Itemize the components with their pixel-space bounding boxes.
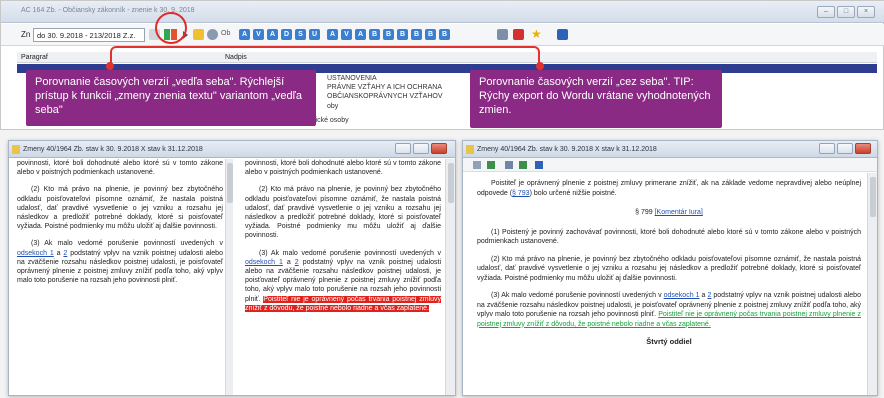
link-odsekoch-1-new[interactable]: odsekoch 1 [245, 259, 283, 266]
toolbar-btn-u[interactable]: U [309, 29, 320, 40]
right-close-button[interactable] [855, 143, 871, 154]
document-icon [12, 145, 20, 154]
overlay-para-2: (2) Kto má právo na plnenie, je povinný … [477, 255, 861, 282]
close-button[interactable]: × [857, 6, 875, 18]
old-version-column: povinnosti, ktoré boli dohodnuté alebo k… [17, 159, 223, 293]
inserted-text-highlight: Poistiteľ nie je oprávnený počas trvania… [245, 295, 441, 312]
overlay-window: Zmeny 40/1964 Zb. stav k 30. 9.2018 X st… [462, 140, 878, 396]
overlay-toolbar [463, 158, 877, 172]
print-icon-2[interactable] [473, 161, 481, 169]
new-version-column: povinnosti, ktoré boli dohodnuté alebo k… [245, 159, 441, 321]
word-export-icon[interactable] [557, 29, 568, 40]
toolbar-btn-v[interactable]: V [253, 29, 264, 40]
highlight-circle [155, 12, 187, 44]
doc-line-3: OBČIANSKOPRÁVNYCH VZŤAHOV [327, 93, 443, 100]
callout-side-by-side: Porovnanie časových verzií „vedľa seba".… [26, 70, 316, 126]
copy-icon[interactable] [505, 161, 513, 169]
ob-icon[interactable]: Ob [221, 30, 230, 37]
pdf-icon[interactable] [513, 29, 524, 40]
document-icon-2 [466, 145, 474, 154]
toolbar-btn-b6[interactable]: B [439, 29, 450, 40]
connector-dot-left [106, 62, 114, 70]
doc-line-1: USTANOVENIA [327, 75, 377, 82]
side-by-side-title: Zmeny 40/1964 Zb. stav k 30. 9.2018 X st… [9, 141, 455, 158]
overlay-para-3-text-a: (3) Ak malo vedomé porušenie povinností … [491, 292, 664, 299]
overlay-scrollbar[interactable] [867, 173, 877, 395]
toolbar-btn-b2[interactable]: B [383, 29, 394, 40]
komentar-link[interactable]: [Komentár Iura] [655, 209, 703, 216]
doc-line-4: oby [327, 103, 339, 110]
print-icon[interactable] [497, 29, 508, 40]
new-para-1: (2) Kto má právo na plnenie, je povinný … [245, 186, 441, 240]
left-maximize-button[interactable] [413, 143, 429, 154]
link-793[interactable]: § 793 [512, 190, 530, 197]
overlay-content: Poistiteľ je oprávnený plnenie z poistne… [477, 179, 861, 355]
old-para-1: (2) Kto má právo na plnenie, je povinný … [17, 186, 223, 231]
overlay-para-3: (3) Ak malo vedomé porušenie povinností … [477, 291, 861, 329]
left-scrollbar[interactable] [225, 159, 233, 395]
col-paragraf[interactable]: Paragraf [21, 54, 48, 61]
search-icon[interactable] [207, 29, 218, 40]
toolbar-btn-b1[interactable]: B [369, 29, 380, 40]
old-para-0: povinnosti, ktoré boli dohodnuté alebo k… [17, 160, 223, 177]
toolbar-btn-s[interactable]: S [295, 29, 306, 40]
right-col-scroll-thumb[interactable] [448, 163, 454, 203]
left-scroll-thumb[interactable] [227, 163, 233, 203]
new-para-0: povinnosti, ktoré boli dohodnuté alebo k… [245, 160, 441, 177]
zn-label: Zn [21, 30, 31, 39]
overlay-title: Zmeny 40/1964 Zb. stav k 30. 9.2018 X st… [463, 141, 877, 158]
side-by-side-window: Zmeny 40/1964 Zb. stav k 30. 9.2018 X st… [8, 140, 456, 396]
left-minimize-button[interactable] [395, 143, 411, 154]
version-date-select[interactable]: do 30. 9.2018 - 213/2018 Z.z. [33, 28, 145, 42]
toolbar-btn-d[interactable]: D [281, 29, 292, 40]
toolbar-btn-b5[interactable]: B [425, 29, 436, 40]
word-export-icon-2[interactable] [535, 161, 543, 169]
export-icon[interactable] [487, 161, 495, 169]
new-para-2-text-b: a [282, 258, 295, 266]
connector-dot-right [536, 62, 544, 70]
new-para-2-text-a: (3) Ak malo vedomé porušenie povinností … [259, 249, 441, 257]
toolbar-btn-v2[interactable]: V [341, 29, 352, 40]
overlay-para-1: (1) Poistený je povinný zachovávať povin… [477, 228, 861, 246]
callout-overlay: Porovnanie časových verzií „cez seba". T… [470, 70, 722, 128]
maximize-button[interactable]: □ [837, 6, 855, 18]
toolbar-btn-a2[interactable]: A [267, 29, 278, 40]
star-icon[interactable]: ★ [531, 27, 542, 41]
right-maximize-button[interactable] [837, 143, 853, 154]
toolbar-btn-a[interactable]: A [239, 29, 250, 40]
main-titlebar: AC 164 Zb. - Občiansky zákonník - znenie… [1, 1, 884, 23]
callout-connector [110, 46, 540, 66]
right-col-scrollbar[interactable] [445, 159, 455, 395]
oddiel-heading: Štvrtý oddiel [646, 337, 692, 346]
export-icon-2[interactable] [519, 161, 527, 169]
section-heading: § 799 [Komentár Iura] [477, 208, 861, 218]
new-para-2: (3) Ak malo vedomé porušenie povinností … [245, 249, 441, 313]
overlay-para-0: Poistiteľ je oprávnený plnenie z poistne… [477, 179, 861, 198]
old-para-2-text-b: a [53, 249, 64, 257]
link-odsekoch-1-overlay[interactable]: odsekoch 1 [664, 292, 700, 299]
left-close-button[interactable] [431, 143, 447, 154]
folder-icon[interactable] [193, 29, 204, 40]
old-para-2-text-a: (3) Ak malo vedomé porušenie povinností … [31, 240, 223, 248]
toolbar-btn-b3[interactable]: B [397, 29, 408, 40]
minimize-button[interactable]: – [817, 6, 835, 18]
right-minimize-button[interactable] [819, 143, 835, 154]
main-toolbar: Zn do 30. 9.2018 - 213/2018 Z.z. Ob A V … [1, 24, 884, 46]
overlay-para-0-text-b: ) bolo určené nižšie poistné. [529, 189, 617, 197]
doc-line-2: PRÁVNE VZŤAHY A ICH OCHRANA [327, 84, 443, 91]
link-odsekoch-1[interactable]: odsekoch 1 [17, 250, 54, 257]
old-para-2: (3) Ak malo vedomé porušenie povinností … [17, 239, 223, 285]
toolbar-btn-a4[interactable]: A [355, 29, 366, 40]
overlay-scroll-thumb[interactable] [870, 177, 876, 217]
section-number: § 799 [635, 209, 653, 216]
toolbar-btn-b4[interactable]: B [411, 29, 422, 40]
toolbar-btn-a3[interactable]: A [327, 29, 338, 40]
